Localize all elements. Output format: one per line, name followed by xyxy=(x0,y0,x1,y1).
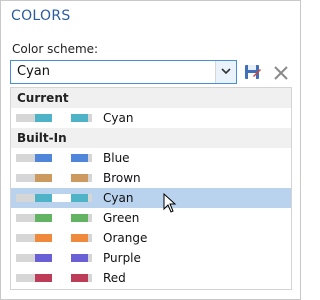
swatch-block xyxy=(35,234,52,242)
swatch-block xyxy=(52,194,71,202)
swatch-block xyxy=(88,234,92,242)
swatch-block xyxy=(35,214,52,222)
scheme-list: Current Cyan Built-In Blue Brown Cyan Gr… xyxy=(10,87,292,290)
list-item-label: Green xyxy=(103,211,140,225)
list-item-label: Blue xyxy=(103,151,130,165)
swatch-block xyxy=(88,114,92,122)
swatch-block xyxy=(35,274,52,282)
list-item-label: Orange xyxy=(103,231,148,245)
swatch-block xyxy=(52,174,71,182)
list-item[interactable]: Blue xyxy=(11,148,291,168)
color-scheme-value: Cyan xyxy=(17,64,50,79)
swatch-block xyxy=(52,214,71,222)
swatch-block xyxy=(52,274,71,282)
list-item[interactable]: Purple xyxy=(11,248,291,268)
color-swatch xyxy=(16,114,92,122)
swatch-block xyxy=(35,154,52,162)
dropdown-toggle[interactable] xyxy=(215,61,236,83)
delete-scheme-button[interactable] xyxy=(272,64,290,82)
list-item[interactable]: Orange xyxy=(11,228,291,248)
swatch-block xyxy=(35,174,52,182)
swatch-block xyxy=(16,174,35,182)
swatch-block xyxy=(71,114,88,122)
list-item-selected[interactable]: Cyan xyxy=(11,188,291,208)
swatch-block xyxy=(16,254,35,262)
swatch-block xyxy=(88,254,92,262)
swatch-block xyxy=(88,174,92,182)
list-item[interactable]: Green xyxy=(11,208,291,228)
list-item[interactable]: Red xyxy=(11,268,291,288)
list-item-label: Cyan xyxy=(103,111,134,125)
swatch-block xyxy=(71,234,88,242)
color-swatch xyxy=(16,214,92,222)
swatch-block xyxy=(52,114,71,122)
swatch-block xyxy=(88,274,92,282)
swatch-block xyxy=(16,154,35,162)
list-item[interactable]: Brown xyxy=(11,168,291,188)
swatch-block xyxy=(16,214,35,222)
color-swatch xyxy=(16,234,92,242)
save-icon xyxy=(245,65,261,79)
swatch-block xyxy=(16,274,35,282)
group-header-current: Current xyxy=(11,88,291,108)
swatch-block xyxy=(52,234,71,242)
panel-title: COLORS xyxy=(11,8,71,24)
mouse-cursor-icon xyxy=(163,193,177,213)
swatch-block xyxy=(52,154,71,162)
color-scheme-dropdown[interactable]: Cyan xyxy=(10,60,237,84)
swatch-block xyxy=(88,214,92,222)
swatch-block xyxy=(35,114,52,122)
swatch-block xyxy=(71,174,88,182)
swatch-block xyxy=(16,234,35,242)
list-item-label: Brown xyxy=(103,171,141,185)
close-icon xyxy=(274,66,288,80)
swatch-block xyxy=(71,254,88,262)
swatch-block xyxy=(88,154,92,162)
swatch-block xyxy=(71,154,88,162)
list-item[interactable]: Cyan xyxy=(11,108,291,128)
swatch-block xyxy=(16,194,35,202)
color-swatch xyxy=(16,254,92,262)
swatch-block xyxy=(71,194,88,202)
list-item-label: Cyan xyxy=(103,191,134,205)
group-header-builtin: Built-In xyxy=(11,128,291,148)
colors-panel: COLORS Color scheme: Cyan Current Cyan B… xyxy=(0,0,301,300)
swatch-block xyxy=(35,194,52,202)
swatch-block xyxy=(35,254,52,262)
swatch-block xyxy=(88,194,92,202)
list-item-label: Red xyxy=(103,271,126,285)
list-item-label: Purple xyxy=(103,251,141,265)
color-swatch xyxy=(16,194,92,202)
save-scheme-button[interactable] xyxy=(244,64,262,82)
swatch-block xyxy=(71,214,88,222)
color-swatch xyxy=(16,154,92,162)
color-swatch xyxy=(16,174,92,182)
swatch-block xyxy=(52,254,71,262)
color-swatch xyxy=(16,274,92,282)
swatch-block xyxy=(71,274,88,282)
swatch-block xyxy=(16,114,35,122)
color-scheme-label: Color scheme: xyxy=(12,42,99,56)
chevron-down-icon xyxy=(221,68,231,75)
